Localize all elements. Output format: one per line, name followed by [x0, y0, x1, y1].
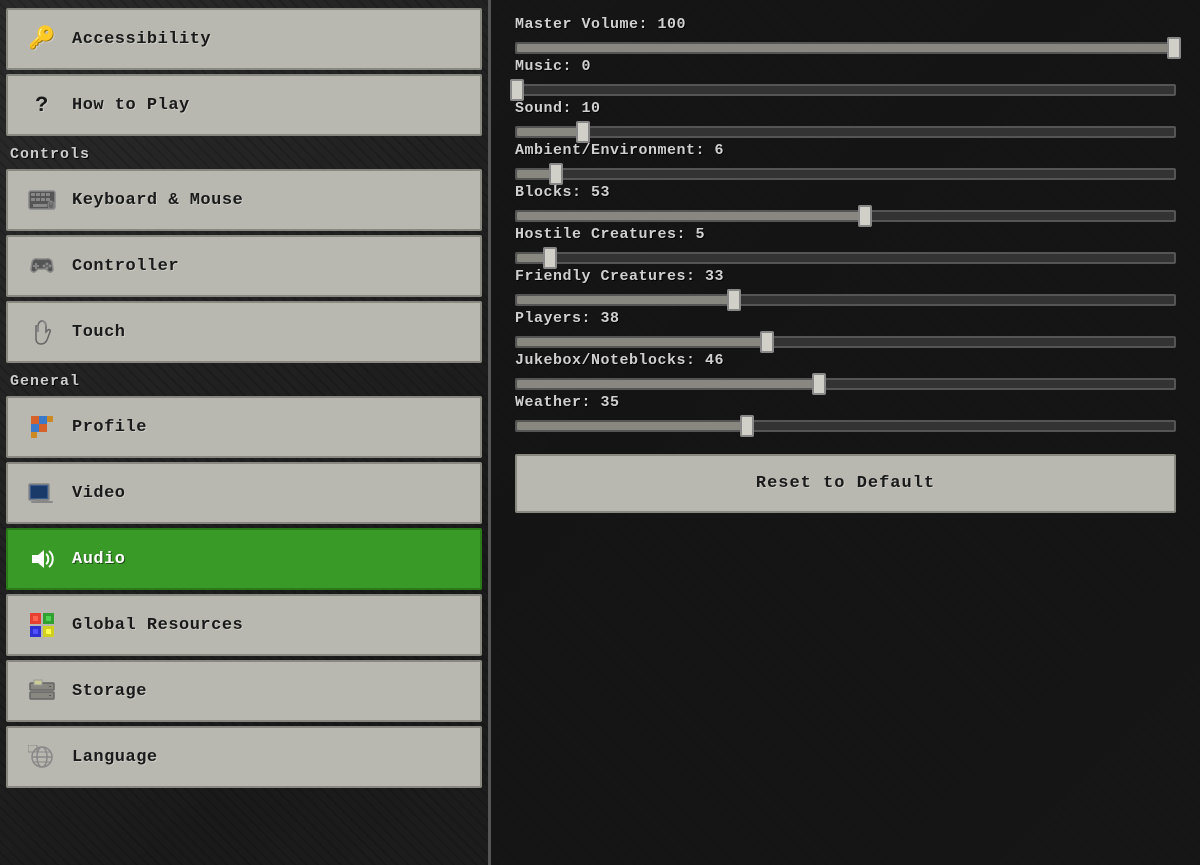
slider-track-8: [515, 378, 1176, 390]
slider-row-weather: Weather: 35: [515, 394, 1176, 436]
storage-icon: [26, 679, 58, 703]
slider-track-0: [515, 42, 1176, 54]
slider-fill-6: [517, 296, 734, 304]
slider-track-container-9[interactable]: [515, 416, 1176, 436]
slider-fill-7: [517, 338, 767, 346]
resources-icon: [26, 612, 58, 638]
slider-thumb-8[interactable]: [812, 373, 826, 395]
slider-thumb-4[interactable]: [858, 205, 872, 227]
sidebar-item-how-to-play-label: How to Play: [72, 96, 190, 115]
slider-thumb-5[interactable]: [543, 247, 557, 269]
slider-track-1: [515, 84, 1176, 96]
sidebar-item-language[interactable]: Language: [6, 726, 482, 788]
sidebar-item-global-resources-label: Global Resources: [72, 616, 243, 635]
slider-thumb-6[interactable]: [727, 289, 741, 311]
slider-row-blocks: Blocks: 53: [515, 184, 1176, 226]
slider-row-sound: Sound: 10: [515, 100, 1176, 142]
audio-settings-panel: Master Volume: 100 Music: 0 Sound: 10 Ambie…: [488, 0, 1200, 865]
slider-thumb-3[interactable]: [549, 163, 563, 185]
slider-fill-4: [517, 212, 865, 220]
slider-row-music: Music: 0: [515, 58, 1176, 100]
slider-track-container-4[interactable]: [515, 206, 1176, 226]
sidebar-item-profile[interactable]: Profile: [6, 396, 482, 458]
slider-label-3: Ambient/Environment: 6: [515, 142, 1176, 159]
sidebar-item-accessibility[interactable]: 🔑 Accessibility: [6, 8, 482, 70]
sidebar-item-storage[interactable]: Storage: [6, 660, 482, 722]
sidebar-item-controller-label: Controller: [72, 257, 179, 276]
slider-track-3: [515, 168, 1176, 180]
slider-track-container-8[interactable]: [515, 374, 1176, 394]
slider-row-players: Players: 38: [515, 310, 1176, 352]
slider-track-container-1[interactable]: [515, 80, 1176, 100]
slider-thumb-1[interactable]: [510, 79, 524, 101]
slider-label-5: Hostile Creatures: 5: [515, 226, 1176, 243]
slider-track-container-6[interactable]: [515, 290, 1176, 310]
question-icon: ?: [26, 93, 58, 118]
slider-thumb-9[interactable]: [740, 415, 754, 437]
slider-row-friendly-creatures: Friendly Creatures: 33: [515, 268, 1176, 310]
reset-to-default-button[interactable]: Reset to Default: [515, 454, 1176, 513]
sidebar-item-controller[interactable]: Controller: [6, 235, 482, 297]
slider-thumb-7[interactable]: [760, 331, 774, 353]
slider-track-6: [515, 294, 1176, 306]
controller-icon: [26, 255, 58, 277]
slider-label-7: Players: 38: [515, 310, 1176, 327]
slider-label-1: Music: 0: [515, 58, 1176, 75]
slider-track-container-7[interactable]: [515, 332, 1176, 352]
sidebar-item-audio[interactable]: Audio: [6, 528, 482, 590]
key-icon: 🔑: [26, 26, 58, 52]
sidebar-item-keyboard-mouse[interactable]: Keyboard & Mouse: [6, 169, 482, 231]
sidebar-item-language-label: Language: [72, 748, 158, 767]
app-container: 🔑 Accessibility ? How to Play Controls: [0, 0, 1200, 865]
sliders-container: Master Volume: 100 Music: 0 Sound: 10 Ambie…: [515, 16, 1176, 436]
slider-track-4: [515, 210, 1176, 222]
sidebar-item-video-label: Video: [72, 484, 126, 503]
sidebar-item-global-resources[interactable]: Global Resources: [6, 594, 482, 656]
sidebar-item-keyboard-mouse-label: Keyboard & Mouse: [72, 191, 243, 210]
slider-label-4: Blocks: 53: [515, 184, 1176, 201]
slider-track-7: [515, 336, 1176, 348]
slider-row-hostile-creatures: Hostile Creatures: 5: [515, 226, 1176, 268]
slider-track-container-3[interactable]: [515, 164, 1176, 184]
slider-label-8: Jukebox/Noteblocks: 46: [515, 352, 1176, 369]
slider-track-container-0[interactable]: [515, 38, 1176, 58]
slider-label-6: Friendly Creatures: 33: [515, 268, 1176, 285]
slider-thumb-0[interactable]: [1167, 37, 1181, 59]
slider-fill-8: [517, 380, 819, 388]
keyboard-icon: [26, 190, 58, 210]
sidebar-item-how-to-play[interactable]: ? How to Play: [6, 74, 482, 136]
sidebar-item-video[interactable]: Video: [6, 462, 482, 524]
slider-row-jukebox-noteblocks: Jukebox/Noteblocks: 46: [515, 352, 1176, 394]
sidebar-item-accessibility-label: Accessibility: [72, 30, 211, 49]
language-icon: [26, 745, 58, 769]
slider-thumb-2[interactable]: [576, 121, 590, 143]
profile-icon: [26, 414, 58, 440]
slider-label-9: Weather: 35: [515, 394, 1176, 411]
video-icon: [26, 482, 58, 504]
sidebar-item-audio-label: Audio: [72, 550, 126, 569]
slider-fill-0: [517, 44, 1174, 52]
controls-section-label: Controls: [6, 140, 482, 165]
slider-track-container-5[interactable]: [515, 248, 1176, 268]
slider-track-2: [515, 126, 1176, 138]
slider-track-container-2[interactable]: [515, 122, 1176, 142]
slider-row-ambient-environment: Ambient/Environment: 6: [515, 142, 1176, 184]
slider-row-master-volume: Master Volume: 100: [515, 16, 1176, 58]
sidebar: 🔑 Accessibility ? How to Play Controls: [0, 0, 488, 865]
slider-track-5: [515, 252, 1176, 264]
sidebar-item-profile-label: Profile: [72, 418, 147, 437]
slider-fill-9: [517, 422, 747, 430]
slider-label-2: Sound: 10: [515, 100, 1176, 117]
slider-fill-2: [517, 128, 583, 136]
general-section-label: General: [6, 367, 482, 392]
sidebar-item-touch-label: Touch: [72, 323, 126, 342]
slider-label-0: Master Volume: 100: [515, 16, 1176, 33]
sidebar-item-touch[interactable]: Touch: [6, 301, 482, 363]
slider-track-9: [515, 420, 1176, 432]
sidebar-item-storage-label: Storage: [72, 682, 147, 701]
audio-icon: [26, 547, 58, 571]
touch-icon: [26, 318, 58, 346]
